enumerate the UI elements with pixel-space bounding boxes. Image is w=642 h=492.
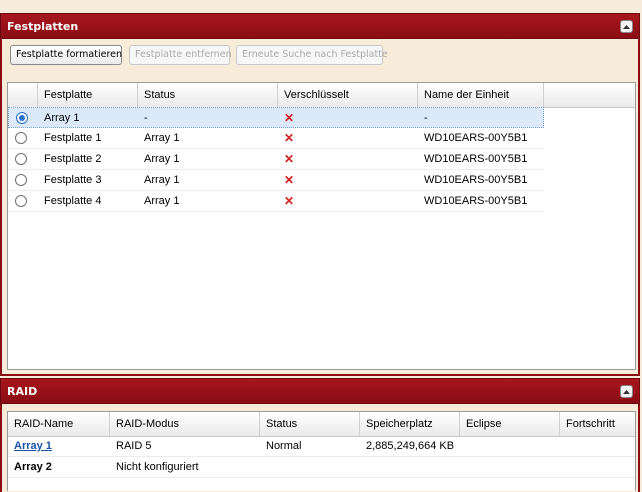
column-header-progress[interactable]: Fortschritt [560,412,635,436]
column-header-disk[interactable]: Festplatte [38,83,138,107]
row-radio[interactable] [15,195,27,207]
disks-panel-body: Festplatte formatieren Festplatte entfer… [0,39,640,376]
collapse-icon[interactable] [620,20,633,33]
raid-status [260,457,266,477]
not-encrypted-icon: ✕ [284,194,295,208]
table-row[interactable]: Festplatte 1 Array 1 ✕ WD10EARS-00Y5B1 [8,128,544,149]
device-name: WD10EARS-00Y5B1 [424,132,528,144]
column-header-capacity[interactable]: Speicherplatz [360,412,460,436]
column-header-status[interactable]: Status [138,83,278,107]
device-name: WD10EARS-00Y5B1 [424,195,528,207]
device-name: WD10EARS-00Y5B1 [424,153,528,165]
raid-panel-body: RAID-Name RAID-Modus Status Speicherplat… [0,404,640,492]
raid-name-link[interactable]: Array 1 [8,436,52,456]
raid-eclipse [460,436,466,456]
disk-status: Array 1 [144,195,180,207]
not-encrypted-icon: ✕ [284,111,295,125]
column-header-device-name[interactable]: Name der Einheit [418,83,544,107]
row-radio[interactable] [15,132,27,144]
device-name: WD10EARS-00Y5B1 [424,174,528,186]
not-encrypted-icon: ✕ [284,152,295,166]
not-encrypted-icon: ✕ [284,131,295,145]
disk-status: Array 1 [144,132,180,144]
disks-table-header: Festplatte Status Verschlüsselt Name der… [8,83,635,108]
disk-name: Festplatte 4 [44,195,102,207]
table-row[interactable]: Array 2 Nicht konfiguriert [8,457,635,478]
raid-status: Normal [266,440,302,452]
column-header-encrypted[interactable]: Verschlüsselt [278,83,418,107]
raid-mode: Nicht konfiguriert [116,461,199,473]
not-encrypted-icon: ✕ [284,173,295,187]
disk-name: Festplatte 3 [44,174,102,186]
disk-name: Festplatte 2 [44,153,102,165]
disk-status: Array 1 [144,174,180,186]
raid-panel-title: RAID [7,385,38,398]
table-row[interactable]: Array 1 RAID 5 Normal 2,885,249,664 KB [8,436,635,457]
column-header-raid-mode[interactable]: RAID-Modus [110,412,260,436]
raid-table: RAID-Name RAID-Modus Status Speicherplat… [7,411,636,491]
column-header-select [8,83,38,107]
disks-panel-title: Festplatten [7,20,79,33]
raid-capacity: 2,885,249,664 KB [366,440,455,452]
row-radio[interactable] [16,112,28,124]
raid-table-header: RAID-Name RAID-Modus Status Speicherplat… [8,412,635,437]
table-row[interactable]: Array 1 - ✕ - [8,107,544,128]
column-header-raid-name[interactable]: RAID-Name [8,412,110,436]
raid-eclipse [460,457,466,477]
format-disk-button[interactable]: Festplatte formatieren [10,45,122,65]
raid-mode: RAID 5 [116,440,152,452]
disk-status: Array 1 [144,153,180,165]
disks-panel-header: Festplatten [0,13,640,39]
row-radio[interactable] [15,174,27,186]
raid-name: Array 2 [14,461,52,473]
column-header-eclipse[interactable]: Eclipse [460,412,560,436]
disk-name: Festplatte 1 [44,132,102,144]
remove-disk-button[interactable]: Festplatte entfernen [129,45,232,65]
raid-progress [560,457,566,477]
table-row[interactable]: Festplatte 3 Array 1 ✕ WD10EARS-00Y5B1 [8,170,544,191]
disk-status: - [144,112,148,124]
raid-capacity [360,457,366,477]
table-row[interactable]: Festplatte 4 Array 1 ✕ WD10EARS-00Y5B1 [8,191,544,212]
raid-panel-header: RAID [0,378,640,404]
table-row[interactable]: Festplatte 2 Array 1 ✕ WD10EARS-00Y5B1 [8,149,544,170]
collapse-icon[interactable] [620,385,633,398]
column-header-status[interactable]: Status [260,412,360,436]
disk-name: Array 1 [44,112,80,124]
disks-table: Festplatte Status Verschlüsselt Name der… [7,82,636,370]
raid-progress [560,436,566,456]
rescan-disks-button[interactable]: Erneute Suche nach Festplatte [236,45,388,65]
device-name: - [424,112,428,124]
row-radio[interactable] [15,153,27,165]
